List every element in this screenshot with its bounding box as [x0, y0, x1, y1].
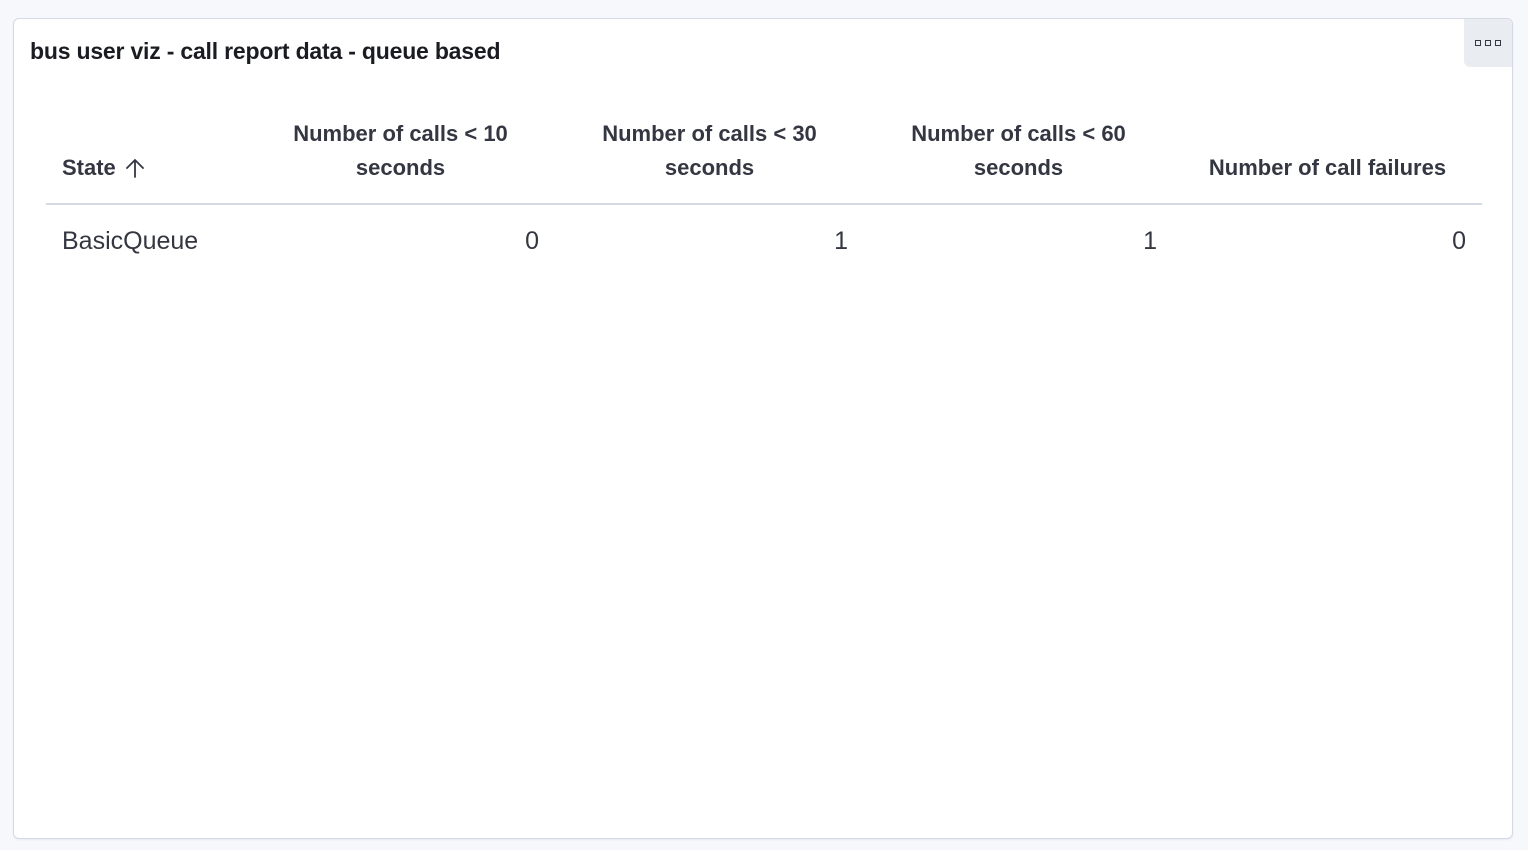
column-header-calls-lt-60[interactable]: Number of calls < 60 seconds [864, 107, 1173, 205]
options-menu-icon [1495, 40, 1501, 46]
cell-calls-lt-10: 0 [525, 227, 539, 255]
data-table: State Number of calls < 10 seconds Numbe… [46, 107, 1482, 277]
column-header-label: Number of calls < 10 seconds [293, 121, 508, 180]
cell-calls-lt-30: 1 [834, 227, 848, 255]
options-menu-icon [1485, 40, 1491, 46]
sort-ascending-arrow-icon [125, 159, 144, 178]
cell-call-failures: 0 [1452, 227, 1466, 255]
column-header-label: Number of calls < 60 seconds [911, 121, 1126, 180]
column-header-state[interactable]: State [46, 107, 246, 205]
column-header-label: State [62, 155, 116, 180]
table-row: BasicQueue 0 1 1 0 [46, 204, 1482, 277]
sort-state-button[interactable]: State [62, 151, 146, 185]
panel-title: bus user viz - call report data - queue … [30, 38, 501, 64]
column-header-label: Number of call failures [1208, 155, 1447, 180]
panel-options-button[interactable] [1464, 19, 1512, 67]
column-header-call-failures[interactable]: Number of call failures [1173, 107, 1482, 205]
column-header-calls-lt-30[interactable]: Number of calls < 30 seconds [555, 107, 864, 205]
visualization-panel: bus user viz - call report data - queue … [13, 18, 1513, 839]
cell-state: BasicQueue [62, 227, 199, 255]
column-header-label: Number of calls < 30 seconds [602, 121, 817, 180]
column-header-calls-lt-10[interactable]: Number of calls < 10 seconds [246, 107, 555, 205]
options-menu-icon [1475, 40, 1481, 46]
table-header-row: State Number of calls < 10 seconds Numbe… [46, 107, 1482, 205]
cell-calls-lt-60: 1 [1143, 227, 1157, 255]
